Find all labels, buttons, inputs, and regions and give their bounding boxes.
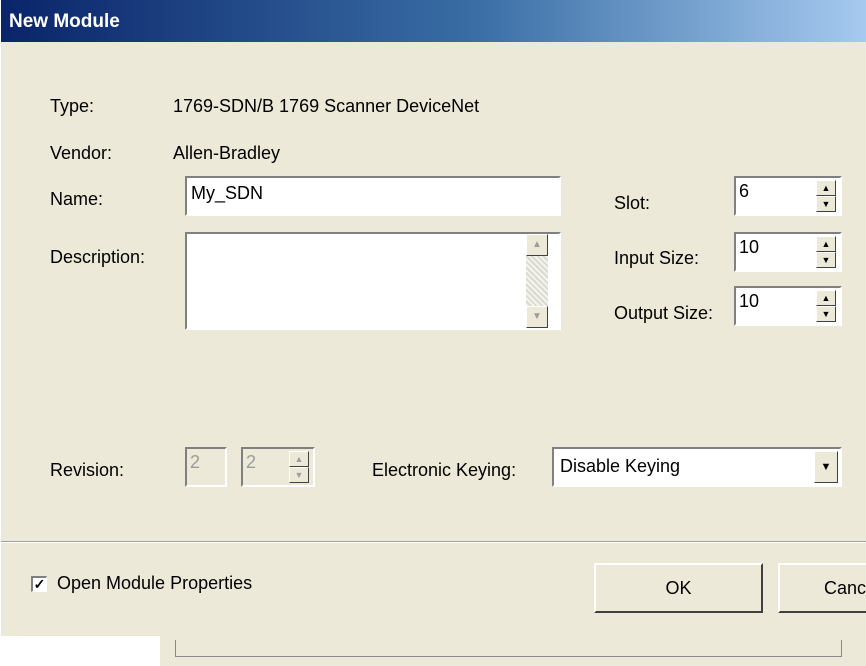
vendor-value: Allen-Bradley [173, 143, 281, 163]
name-field[interactable]: My_SDN [185, 176, 561, 216]
input-size-field-value: 10 [739, 237, 760, 257]
type-value: 1769-SDN/B 1769 Scanner DeviceNet [173, 96, 480, 116]
description-field[interactable]: ▲ ▼ [185, 232, 561, 330]
description-scrollbar[interactable]: ▲ ▼ [526, 234, 548, 328]
revision-major-field: 2 [185, 447, 227, 487]
revision-up-button: ▲ [289, 451, 309, 467]
electronic-keying-select[interactable]: Disable Keying [552, 447, 842, 487]
electronic-keying-label: Electronic Keying: [372, 460, 517, 480]
output-size-field-value: 10 [739, 291, 760, 311]
slot-spinner[interactable]: ▲ ▼ [816, 180, 836, 212]
output-size-up-button[interactable]: ▲ [816, 290, 836, 306]
vendor-label: Vendor: [50, 143, 113, 163]
name-label: Name: [50, 189, 104, 209]
down-arrow-icon: ▼ [294, 470, 304, 480]
down-arrow-icon: ▼ [821, 199, 831, 209]
scroll-up-button[interactable]: ▲ [526, 234, 548, 256]
slot-up-button[interactable]: ▲ [816, 180, 836, 196]
down-arrow-icon: ▼ [821, 255, 831, 265]
input-size-up-button[interactable]: ▲ [816, 236, 836, 252]
output-size-spinner[interactable]: ▲ ▼ [816, 290, 836, 322]
slot-field-value: 6 [739, 181, 750, 201]
revision-down-button: ▼ [289, 467, 309, 483]
ok-button[interactable]: OK [594, 563, 763, 613]
revision-minor-value: 2 [246, 452, 257, 472]
up-arrow-icon: ▲ [821, 239, 831, 249]
down-arrow-icon: ▼ [532, 311, 542, 322]
up-arrow-icon: ▲ [294, 454, 304, 464]
slot-down-button[interactable]: ▼ [816, 196, 836, 212]
revision-spinner: ▲ ▼ [289, 451, 309, 483]
cancel-button[interactable]: Canc [778, 563, 866, 613]
down-arrow-icon: ▼ [821, 309, 831, 319]
revision-label: Revision: [50, 460, 125, 480]
title-bar[interactable]: New Module [1, 0, 866, 42]
output-size-down-button[interactable]: ▼ [816, 306, 836, 322]
description-label: Description: [50, 247, 146, 267]
name-field-value: My_SDN [191, 183, 264, 203]
slot-label: Slot: [614, 193, 651, 213]
open-properties-checkbox[interactable]: ✓ [31, 576, 47, 592]
output-size-label: Output Size: [614, 303, 714, 323]
scroll-down-button[interactable]: ▼ [526, 306, 548, 328]
chevron-down-icon: ▼ [820, 461, 832, 473]
input-size-down-button[interactable]: ▼ [816, 252, 836, 268]
ok-button-label: OK [665, 577, 692, 598]
input-size-label: Input Size: [614, 248, 700, 268]
footer-separator [1, 541, 866, 543]
electronic-keying-value: Disable Keying [560, 456, 681, 476]
up-arrow-icon: ▲ [821, 293, 831, 303]
up-arrow-icon: ▲ [532, 239, 542, 250]
open-properties-label[interactable]: Open Module Properties [57, 573, 252, 594]
new-module-dialog: New Module Type: 1769-SDN/B 1769 Scanner… [0, 0, 866, 636]
revision-major-value: 2 [190, 452, 201, 472]
window-title: New Module [9, 11, 120, 32]
cancel-button-label: Canc [824, 577, 866, 598]
input-size-spinner[interactable]: ▲ ▼ [816, 236, 836, 268]
checkmark-icon: ✓ [33, 576, 46, 592]
up-arrow-icon: ▲ [821, 183, 831, 193]
type-label: Type: [50, 96, 95, 116]
background-window-frame [175, 640, 842, 657]
electronic-keying-dropdown-button[interactable]: ▼ [814, 451, 838, 483]
